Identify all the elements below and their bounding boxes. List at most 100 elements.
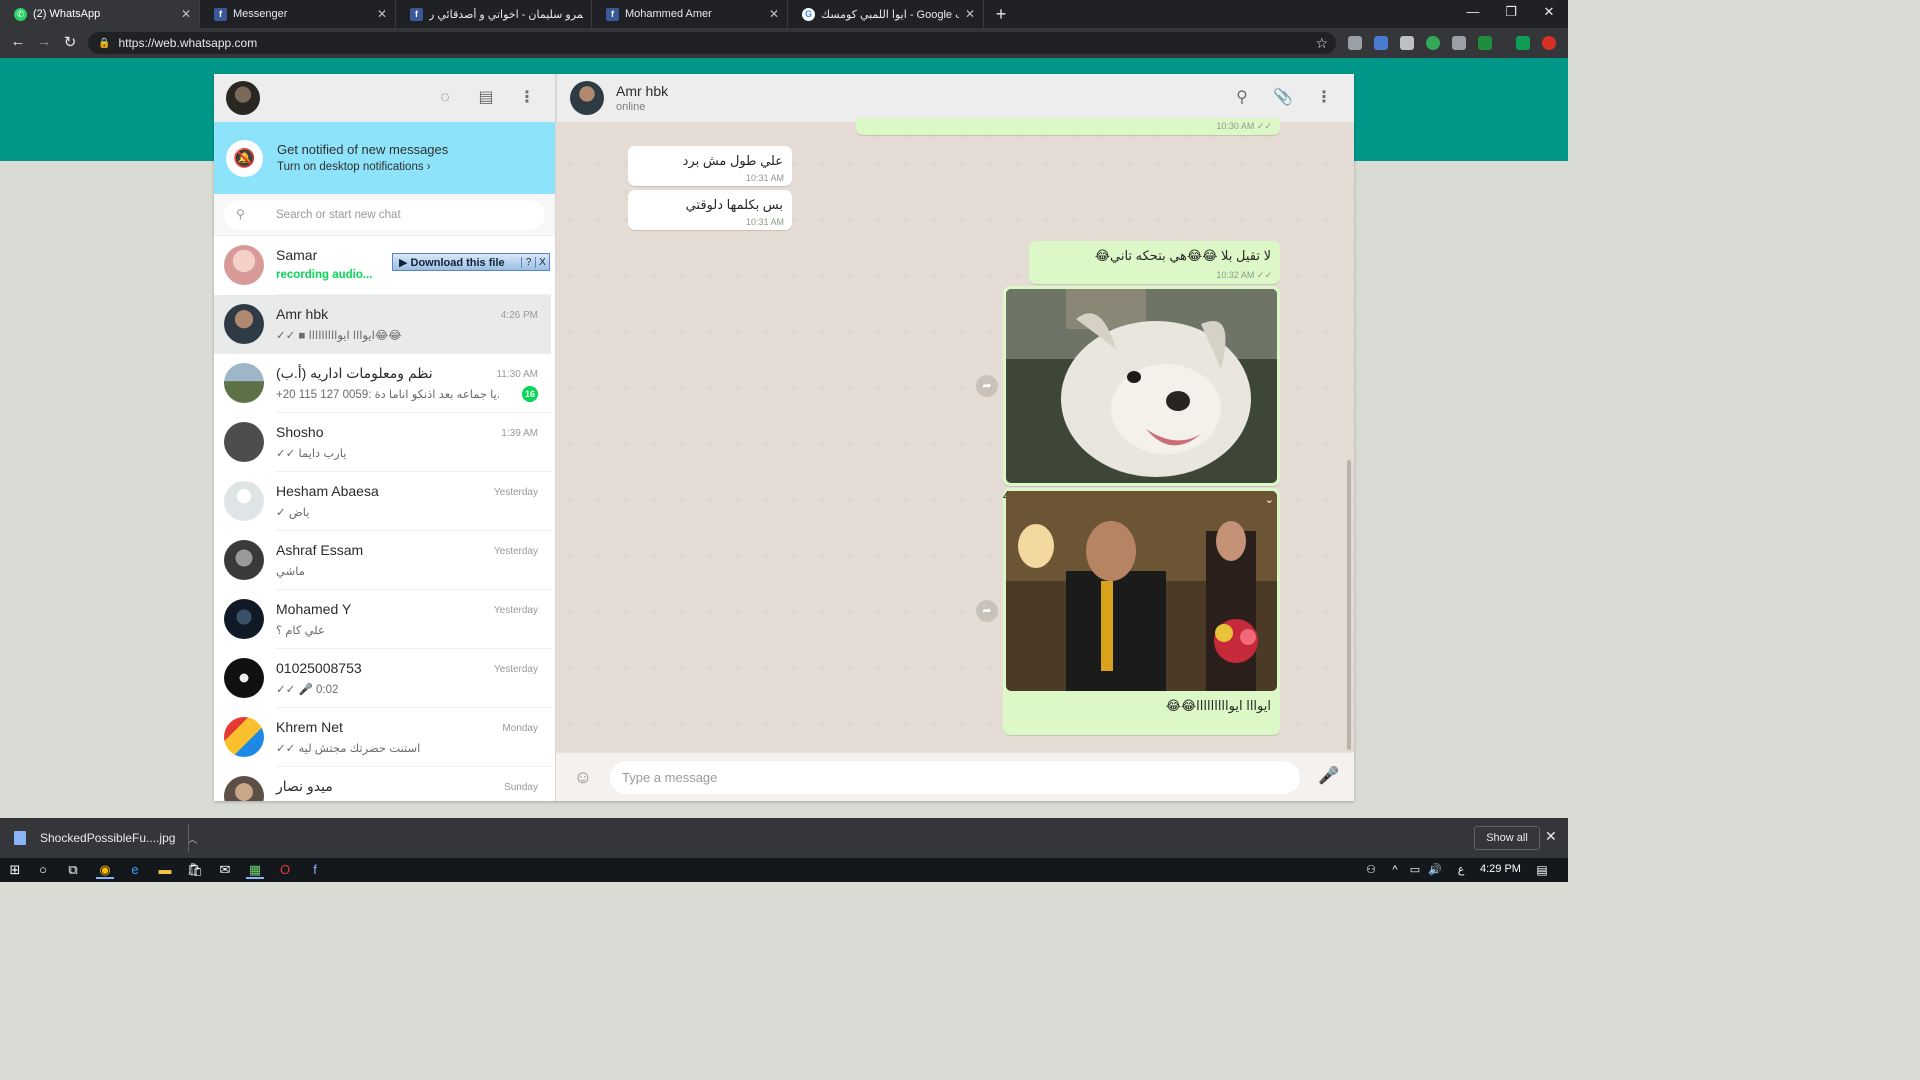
chevron-down-icon[interactable]: ⌄ xyxy=(1265,493,1274,506)
forward-icon[interactable]: ➦ xyxy=(976,375,998,397)
back-icon[interactable]: ← xyxy=(8,33,28,50)
message-bubble-in[interactable]: بس بكلمها دلوقتي 10:31 AM xyxy=(628,190,792,230)
vpn-extension-icon[interactable] xyxy=(1452,36,1466,50)
tab-whatsapp[interactable]: ✆ (2) WhatsApp ✕ xyxy=(0,0,200,28)
whatsapp-app: ◌ ▤ ⋮ 🔕 Get notified of new messages Tur… xyxy=(214,74,1354,801)
download-close-button[interactable]: X xyxy=(535,256,549,268)
message-bubble-out[interactable]: 10:30 AM ✓✓ xyxy=(856,118,1280,135)
chat-item-mohamed-y[interactable]: Mohamed Y Yesterday علي كام ؟ xyxy=(214,590,551,649)
clock[interactable]: 4:29 PM xyxy=(1480,863,1521,875)
download-file-button[interactable]: ▶ Download this file xyxy=(393,256,521,269)
new-tab-button[interactable]: + xyxy=(990,4,1012,25)
file-explorer-icon[interactable]: ▬ xyxy=(156,861,174,879)
close-icon[interactable]: ✕ xyxy=(965,7,975,21)
emoji-icon[interactable]: ☺ xyxy=(572,766,594,788)
chat-item-shosho[interactable]: Shosho 1:39 AM ✓✓ يارب دايما xyxy=(214,413,551,472)
bookmark-star-icon[interactable]: ☆ xyxy=(1315,35,1328,52)
dog-photo[interactable] xyxy=(1006,289,1277,483)
store-icon[interactable]: 🛍 xyxy=(186,861,204,879)
facebook-icon[interactable]: f xyxy=(306,861,324,879)
extension-icon[interactable] xyxy=(1400,36,1414,50)
url-text: https://web.whatsapp.com xyxy=(118,36,258,50)
volume-icon[interactable]: 🔊 xyxy=(1426,861,1444,879)
taskbar: ⊞ ○ ⧉ ◉ e ▬ 🛍 ✉ ▦ O f ⚇ ^ ▭ 🔊 ع 4:29 PM … xyxy=(0,858,1568,882)
input-language[interactable]: ع xyxy=(1452,861,1470,879)
action-center-icon[interactable]: ▤ xyxy=(1533,861,1551,879)
scrollbar[interactable] xyxy=(1347,460,1351,750)
facebook-icon: f xyxy=(606,7,619,21)
search-bar: ⚲ xyxy=(214,194,555,236)
chat-item-khrem-net[interactable]: Khrem Net Monday ✓✓ استنت حضرتك مجتش ليه xyxy=(214,708,551,767)
address-bar[interactable]: 🔒 https://web.whatsapp.com ☆ xyxy=(88,32,1336,54)
search-input[interactable] xyxy=(276,205,526,225)
sidebar: ◌ ▤ ⋮ 🔕 Get notified of new messages Tur… xyxy=(214,74,556,801)
close-icon[interactable]: ✕ xyxy=(769,7,779,21)
chat-item-group[interactable]: نظم ومعلومات اداريه (أ.ب) 11:30 AM +20 1… xyxy=(214,354,551,413)
windows-start-icon[interactable]: ⊞ xyxy=(6,861,24,879)
mail-icon[interactable]: ✉ xyxy=(216,861,234,879)
menu-dots-icon[interactable]: ⋮ xyxy=(516,88,538,108)
tab-google-search[interactable]: G ايوا اللمبي كومسك - Google بحث ✕ xyxy=(788,0,984,28)
tray-chevron-icon[interactable]: ^ xyxy=(1386,861,1404,879)
avatar xyxy=(224,776,264,801)
attach-icon[interactable]: 📎 xyxy=(1272,88,1294,108)
network-icon[interactable]: ▭ xyxy=(1406,861,1424,879)
chat-item-01025008753[interactable]: 01025008753 Yesterday ✓✓ 🎤 0:02 xyxy=(214,649,551,708)
conversation-panel: Amr hbk online ⚲ 📎 ⋮ 10:30 AM ✓✓ علي طول… xyxy=(556,74,1354,801)
chat-item-amr-hbk[interactable]: Amr hbk 4:26 PM ✓✓ ■ ايوااا ايوااااااااا… xyxy=(214,295,551,354)
camera-extension-icon[interactable] xyxy=(1348,36,1362,50)
download-help-button[interactable]: ? xyxy=(521,256,535,268)
edge-icon[interactable]: e xyxy=(126,861,144,879)
chat-item-mido-nassar[interactable]: ميدو نصار Sunday xyxy=(214,767,551,801)
avatar xyxy=(224,422,264,462)
downloaded-file[interactable]: ShockedPossibleFu....jpg ︿ xyxy=(14,828,197,848)
contact-avatar[interactable] xyxy=(570,81,604,115)
download-file-overlay[interactable]: ▶ Download this file ? X xyxy=(392,253,550,271)
status-icon[interactable]: ◌ xyxy=(434,88,456,108)
task-view-icon[interactable]: ⧉ xyxy=(64,861,82,879)
tab-mohammed-amer[interactable]: f Mohammed Amer ✕ xyxy=(592,0,788,28)
close-icon[interactable]: ✕ xyxy=(181,7,191,21)
my-avatar[interactable] xyxy=(226,81,260,115)
contact-name[interactable]: Amr hbk xyxy=(616,83,668,99)
people-icon[interactable]: ⚇ xyxy=(1362,861,1380,879)
movie-scene-photo[interactable] xyxy=(1006,491,1277,691)
message-input[interactable] xyxy=(610,761,1300,794)
download-extension-icon[interactable] xyxy=(1478,36,1492,50)
adblock-extension-icon[interactable] xyxy=(1542,36,1556,50)
window-close-icon[interactable]: ✕ xyxy=(1534,4,1564,20)
reload-icon[interactable]: ↻ xyxy=(60,33,80,51)
notification-banner[interactable]: 🔕 Get notified of new messages Turn on d… xyxy=(214,122,555,194)
profile-h-icon[interactable] xyxy=(1516,36,1530,50)
bell-muted-icon: 🔕 xyxy=(226,140,263,177)
menu-dots-icon[interactable]: ⋮ xyxy=(1313,88,1335,108)
close-shelf-icon[interactable]: ✕ xyxy=(1545,828,1557,845)
avatar xyxy=(224,363,264,403)
show-all-button[interactable]: Show all xyxy=(1474,826,1540,850)
chrome-icon[interactable]: ◉ xyxy=(96,861,114,879)
enable-notifications-link[interactable]: Turn on desktop notifications › xyxy=(277,161,431,173)
chat-item-ashraf-essam[interactable]: Ashraf Essam Yesterday ماشي xyxy=(214,531,551,590)
tab-messenger[interactable]: f Messenger ✕ xyxy=(200,0,396,28)
color-extension-icon[interactable] xyxy=(1426,36,1440,50)
image-message-movie[interactable]: ⌄ ايوااا ايوااااااااا😂😂 4:26 PM ✓✓ xyxy=(1003,488,1280,735)
app-icon[interactable]: ▦ xyxy=(246,861,264,879)
chat-item-samar[interactable]: Samar recording audio... ▶ Download this… xyxy=(214,236,551,295)
avatar xyxy=(224,540,264,580)
translate-extension-icon[interactable] xyxy=(1374,36,1388,50)
microphone-icon[interactable]: 🎤 xyxy=(1318,766,1339,788)
message-bubble-in[interactable]: علي طول مش برد 10:31 AM xyxy=(628,146,792,186)
close-icon[interactable]: ✕ xyxy=(377,7,387,21)
opera-icon[interactable]: O xyxy=(276,861,294,879)
restore-icon[interactable]: ❐ xyxy=(1496,4,1526,20)
search-circle-icon[interactable]: ○ xyxy=(34,861,52,879)
chat-item-hesham-abaesa[interactable]: Hesham Abaesa Yesterday ✓ ياض xyxy=(214,472,551,531)
search-icon[interactable]: ⚲ xyxy=(1231,88,1253,108)
message-bubble-out[interactable]: لا تقيل بلا 😂😂هي بتحكه تاني😂 10:32 AM ✓✓ xyxy=(1029,241,1280,284)
forward-icon[interactable]: ➦ xyxy=(976,600,998,622)
new-chat-icon[interactable]: ▤ xyxy=(475,88,497,108)
minimize-icon[interactable]: — xyxy=(1458,4,1488,19)
tab-facebook-friends[interactable]: f عمرو سليمان - اخواتي و أصدقائي ر xyxy=(396,0,592,28)
forward-icon[interactable]: → xyxy=(34,33,54,50)
image-message-dog[interactable]: 11:05 AM ✓✓ xyxy=(1003,286,1280,486)
